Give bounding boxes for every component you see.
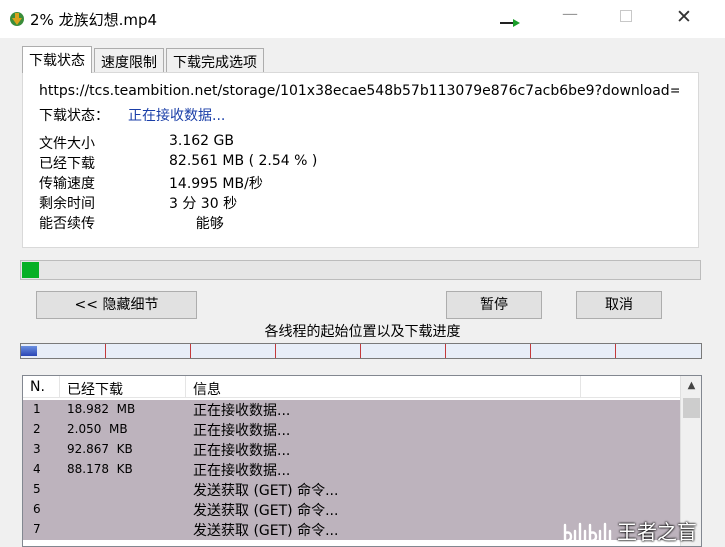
idm-app-icon [10, 12, 24, 26]
cell-downloaded: 88.178 KB [67, 462, 133, 476]
bilibili-logo [563, 522, 612, 543]
table-row[interactable]: 1 18.982 MB 正在接收数据... [23, 400, 680, 420]
hide-details-button[interactable]: << 隐藏细节 [36, 291, 197, 319]
thread-segment [276, 344, 361, 358]
info-value: 3.162 GB [169, 133, 234, 149]
info-label: 已经下载 [39, 156, 95, 172]
cell-n: 5 [33, 482, 41, 496]
cell-info: 发送获取 (GET) 命令... [193, 483, 339, 499]
column-divider [580, 376, 581, 398]
cell-downloaded: 2.050 MB [67, 422, 128, 436]
minimize-button[interactable]: — [562, 4, 586, 26]
info-label: 文件大小 [39, 136, 95, 152]
info-value: 82.561 MB ( 2.54 % ) [169, 153, 318, 169]
cell-downloaded: 18.982 MB [67, 402, 136, 416]
thread-segment [361, 344, 446, 358]
thread-segment [191, 344, 276, 358]
column-header-info[interactable]: 信息 [193, 379, 221, 399]
thread-segment-fill [21, 346, 38, 356]
threads-caption: 各线程的起始位置以及下载进度 [264, 324, 461, 340]
info-value: 14.995 MB/秒 [169, 176, 263, 192]
tab-on-complete[interactable]: 下载完成选项 [166, 48, 264, 72]
cell-n: 1 [33, 402, 41, 416]
info-label: 剩余时间 [39, 196, 95, 212]
column-header-downloaded[interactable]: 已经下载 [67, 379, 123, 399]
status-panel: https://tcs.teambition.net/storage/101x3… [22, 72, 699, 248]
watermark-text: 王者之盲 [617, 520, 697, 544]
cell-n: 6 [33, 502, 41, 516]
cell-info: 正在接收数据... [193, 403, 291, 419]
close-button[interactable]: ✕ [676, 6, 700, 28]
thread-segment [446, 344, 531, 358]
cancel-button[interactable]: 取消 [576, 291, 662, 319]
thread-segment [106, 344, 191, 358]
info-label: 传输速度 [39, 176, 95, 192]
cell-n: 3 [33, 442, 41, 456]
tab-download-status[interactable]: 下载状态 [22, 46, 92, 73]
table-row[interactable]: 2 2.050 MB 正在接收数据... [23, 420, 680, 440]
pause-button[interactable]: 暂停 [446, 291, 542, 319]
column-header-n[interactable]: N. [30, 379, 45, 395]
download-url: https://tcs.teambition.net/storage/101x3… [39, 83, 679, 99]
maximize-button[interactable] [620, 10, 632, 22]
cell-info: 正在接收数据... [193, 443, 291, 459]
cell-n: 2 [33, 422, 41, 436]
title-bar: 2% 龙族幻想.mp4 — ✕ [0, 0, 725, 38]
info-value: 能够 [169, 216, 224, 232]
scroll-thumb[interactable] [683, 398, 700, 418]
thread-segment [21, 344, 106, 358]
thread-list-header: N. 已经下载 信息 [23, 376, 680, 398]
table-row[interactable]: 4 88.178 KB 正在接收数据... [23, 460, 680, 480]
download-status-label: 下载状态： [39, 108, 109, 124]
thread-progress-bar [20, 343, 702, 359]
download-progress-bar [20, 260, 701, 280]
download-status-value: 正在接收数据... [128, 108, 226, 124]
thread-segment [531, 344, 616, 358]
table-row[interactable]: 5 发送获取 (GET) 命令... [23, 480, 680, 500]
column-divider [59, 376, 60, 398]
scroll-up-icon[interactable]: ▲ [681, 376, 701, 396]
cell-downloaded: 92.867 KB [67, 442, 133, 456]
arrow-icon [500, 19, 520, 27]
cell-n: 7 [33, 522, 41, 536]
info-value: 3 分 30 秒 [169, 196, 238, 212]
column-divider [185, 376, 186, 398]
info-label: 能否续传 [39, 216, 95, 232]
cell-n: 4 [33, 462, 41, 476]
table-row[interactable]: 3 92.867 KB 正在接收数据... [23, 440, 680, 460]
cell-info: 发送获取 (GET) 命令... [193, 523, 339, 539]
cell-info: 正在接收数据... [193, 463, 291, 479]
tab-speed-limit[interactable]: 速度限制 [94, 48, 164, 72]
cell-info: 正在接收数据... [193, 423, 291, 439]
watermark: 王者之盲 [561, 517, 721, 547]
thread-segment [616, 344, 701, 358]
cell-info: 发送获取 (GET) 命令... [193, 503, 339, 519]
window-title: 2% 龙族幻想.mp4 [30, 11, 158, 29]
progress-fill [22, 262, 40, 278]
